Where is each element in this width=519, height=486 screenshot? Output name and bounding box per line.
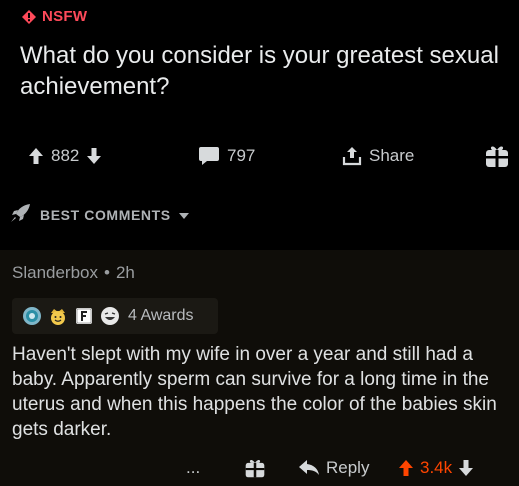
comment-body: Haven't slept with my wife in over a yea… [12, 344, 497, 440]
share-button[interactable]: Share [342, 140, 414, 172]
share-label: Share [369, 146, 415, 165]
more-options-icon: ... [186, 458, 201, 477]
rocket-icon [10, 203, 32, 226]
reply-label: Reply [326, 458, 370, 477]
caret-down-icon [178, 207, 189, 223]
sort-label: BEST COMMENTS [40, 206, 171, 223]
more-options-button[interactable]: ... [186, 452, 200, 484]
downvote-icon[interactable] [458, 459, 474, 477]
gift-icon [484, 143, 510, 169]
comment-bubble-icon [198, 146, 220, 166]
comment-actions: ... Reply 3.4k [0, 452, 519, 484]
downvote-icon[interactable] [86, 147, 102, 165]
comment-award-button[interactable] [244, 452, 266, 484]
reply-button[interactable]: Reply [298, 452, 369, 484]
comments-count: 797 [227, 146, 256, 165]
comment-meta: Slanderbox • 2h [12, 263, 135, 283]
comment-age: 2h [115, 263, 135, 282]
comment: Slanderbox • 2h 4 Awards Haven't slept wit… [0, 250, 519, 486]
vote-group: 882 [28, 140, 102, 172]
post-title[interactable]: What do you consider is your greatest se… [20, 40, 510, 102]
comment-vote-group: 3.4k [398, 452, 474, 484]
gift-icon [244, 457, 266, 479]
reply-arrow-icon [298, 459, 320, 477]
comment-score: 3.4k [420, 458, 453, 477]
comment-author[interactable]: Slanderbox [12, 263, 98, 282]
silver-medal-award-icon [22, 306, 42, 326]
nsfw-tag: NSFW [22, 8, 87, 25]
upvote-icon[interactable] [28, 147, 44, 165]
award-button[interactable] [484, 140, 510, 172]
nsfw-diamond-icon [22, 9, 36, 24]
sort-selector[interactable]: BEST COMMENTS [10, 203, 189, 226]
press-f-award-icon [74, 306, 94, 326]
meta-separator: • [104, 263, 110, 282]
grinning-face-award-icon [100, 306, 120, 326]
crown-face-award-icon [48, 306, 68, 326]
awards-bar[interactable]: 4 Awards [12, 298, 218, 334]
comments-button[interactable]: 797 [198, 140, 255, 172]
share-icon [342, 146, 362, 166]
nsfw-label: NSFW [42, 8, 88, 25]
upvote-active-icon[interactable] [398, 459, 414, 477]
post: NSFW What do you consider is your greate… [0, 0, 519, 250]
vote-count: 882 [51, 146, 80, 165]
awards-count: 4 Awards [128, 307, 194, 324]
post-actions: 882 797 Share [0, 140, 519, 172]
